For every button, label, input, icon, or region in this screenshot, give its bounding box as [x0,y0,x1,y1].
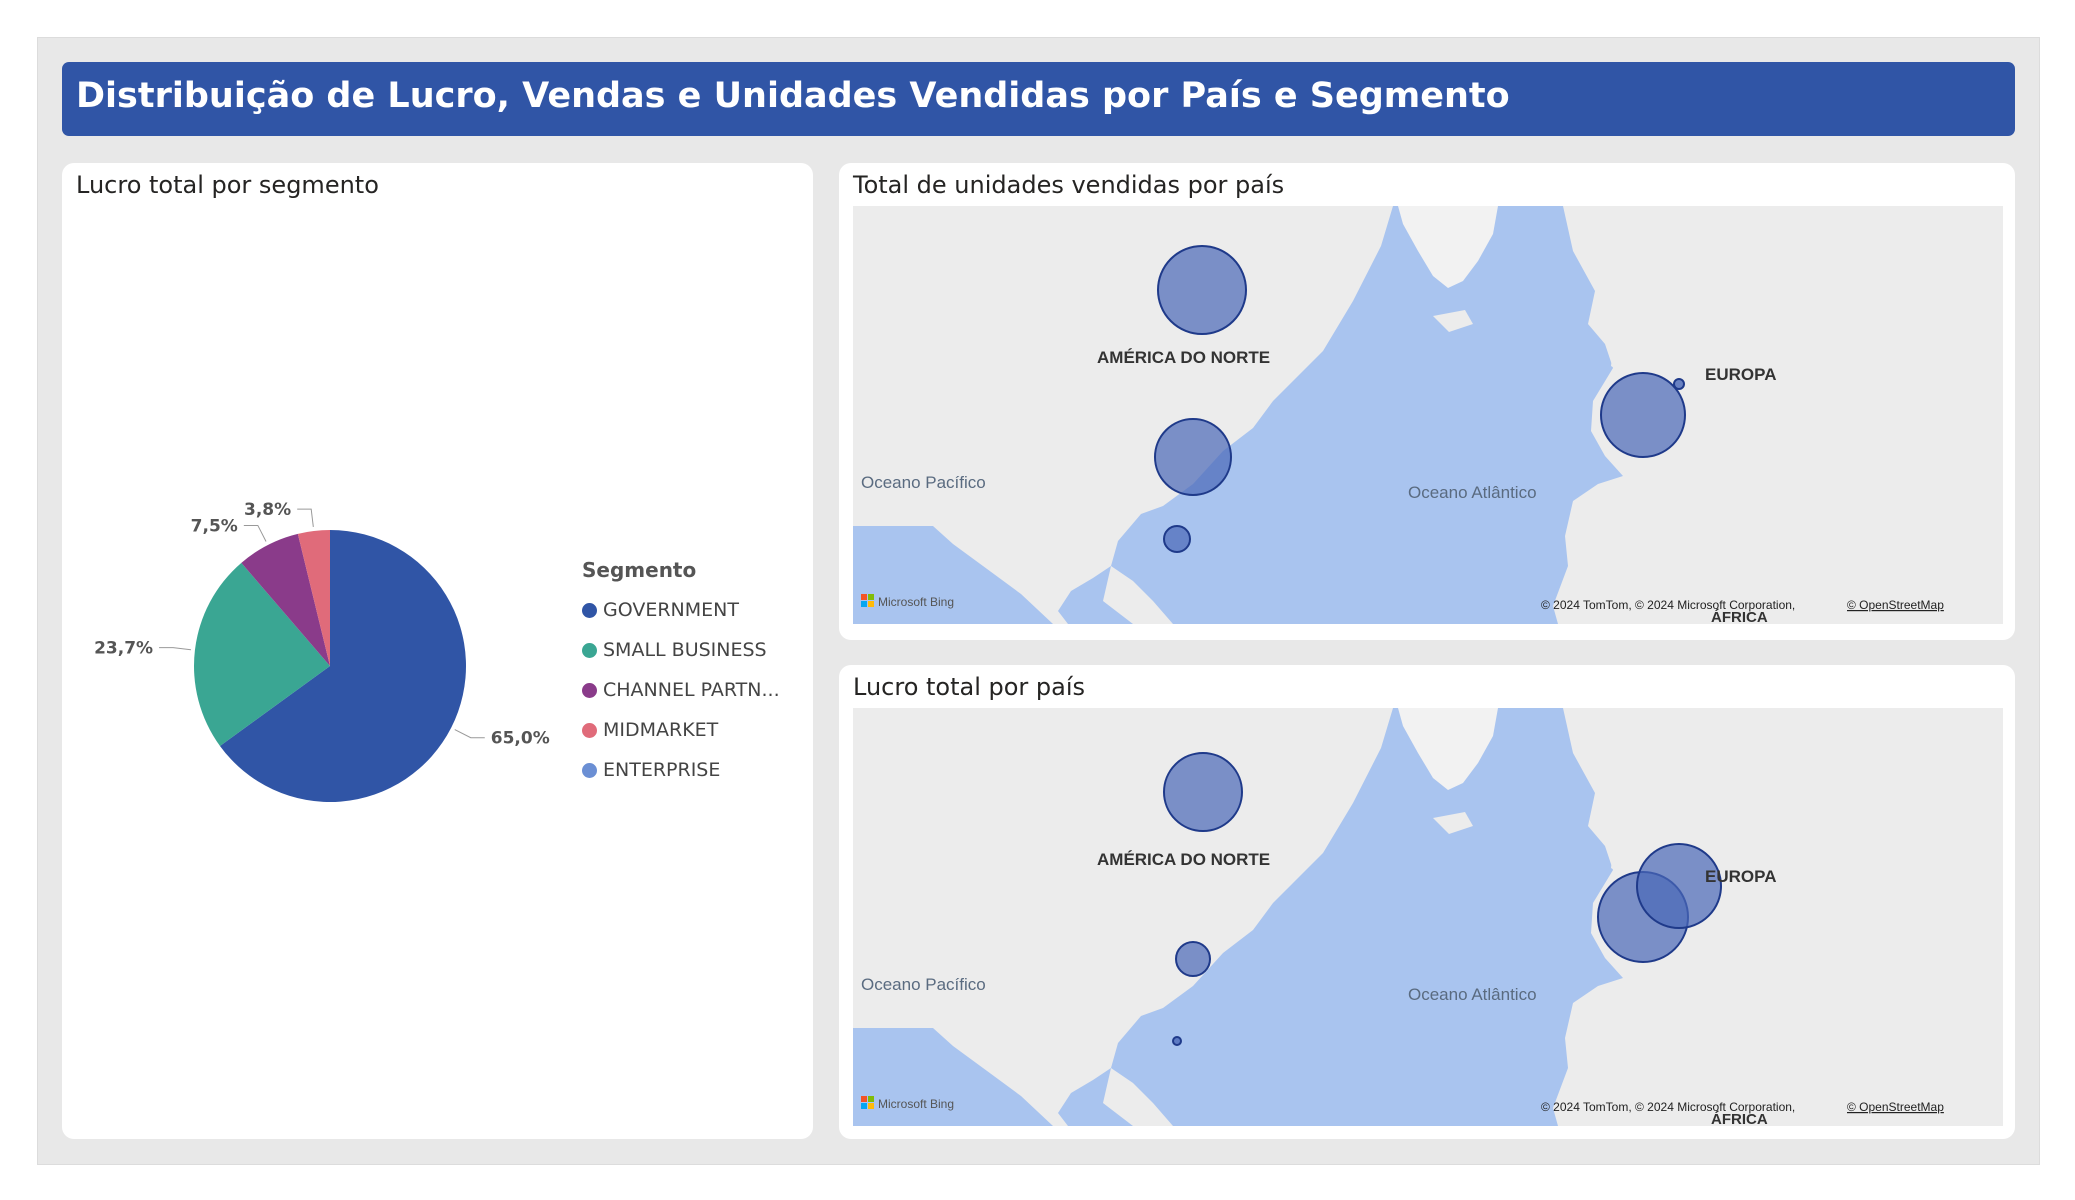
legend-label: SMALL BUSINESS [603,639,767,661]
legend-dot [582,722,597,738]
units-label-pacific: Oceano Pacífico [861,473,986,492]
legend-dot [582,762,597,778]
units-bubble-mexico[interactable] [1163,525,1191,553]
units-osm-link[interactable]: © OpenStreetMap [1847,598,1944,612]
legend-item-channel-partn[interactable]: CHANNEL PARTN... [582,670,780,710]
profit-bubble-canada[interactable] [1163,752,1243,832]
units-bubble-germany[interactable] [1673,378,1685,390]
legend-item-government[interactable]: GOVERNMENT [582,590,780,630]
units-map[interactable]: AMÉRICA DO NORTE EUROPA Oceano Pacífico … [853,206,2003,624]
report-title: Distribuição de Lucro, Vendas e Unidades… [76,76,1510,116]
units-bubble-canada[interactable] [1157,245,1247,335]
profit-bubble-usa[interactable] [1175,941,1211,977]
profit-bubble-mexico[interactable] [1172,1036,1182,1046]
units-map-card[interactable]: Total de unidades vendidas por país AMÉR… [839,163,2015,640]
legend-label: CHANNEL PARTN... [603,679,780,701]
pie-chart-card[interactable]: Lucro total por segmento 65,0% 23,7% 7,5% 3… [62,163,813,1139]
legend-label: MIDMARKET [603,719,719,741]
pie-data-label: 23,7% [94,639,153,659]
report-header: Distribuição de Lucro, Vendas e Unidades… [62,62,2015,136]
legend-item-midmarket[interactable]: MIDMARKET [582,710,780,750]
pie-leader-line [159,647,192,651]
legend-dot [582,642,597,658]
legend-label: GOVERNMENT [603,599,739,621]
legend-item-enterprise[interactable]: ENTERPRISE [582,750,780,790]
profit-bing-logo: Microsoft Bing [878,1097,954,1111]
units-label-atlantic: Oceano Atlântico [1408,483,1537,502]
units-copyright: © 2024 TomTom, © 2024 Microsoft Corporat… [1541,598,1795,612]
pie-leader-line [454,729,485,739]
legend-label: ENTERPRISE [603,759,721,781]
legend-item-small-business[interactable]: SMALL BUSINESS [582,630,780,670]
legend-title: Segmento [582,558,697,582]
profit-copyright: © 2024 TomTom, © 2024 Microsoft Corporat… [1541,1100,1795,1114]
legend-dot [582,682,597,698]
units-bubble-usa[interactable] [1154,418,1232,496]
profit-map-title: Lucro total por país [853,673,1086,701]
pie-legend: Segmento GOVERNMENT SMALL BUSINESS CHANNEL… [582,558,780,790]
units-map-title: Total de unidades vendidas por país [853,171,1285,199]
profit-label-pacific: Oceano Pacífico [861,975,986,994]
pie-data-label: 7,5% [191,516,238,536]
pie-leader-line [243,524,267,542]
profit-bubble-germany[interactable] [1636,843,1722,929]
units-label-north-america: AMÉRICA DO NORTE [1097,348,1270,367]
legend-dot [582,602,597,618]
units-bubble-france[interactable] [1600,372,1686,458]
profit-label-north-america: AMÉRICA DO NORTE [1097,850,1270,869]
profit-label-atlantic: Oceano Atlântico [1408,985,1537,1004]
pie-leader-line [297,508,314,528]
units-bing-logo: Microsoft Bing [878,595,954,609]
pie-data-label: 65,0% [491,729,550,749]
profit-label-europe: EUROPA [1705,867,1776,886]
profit-osm-link[interactable]: © OpenStreetMap [1847,1100,1944,1114]
pie-data-label: 3,8% [244,500,291,520]
units-label-europe: EUROPA [1705,365,1776,384]
profit-map[interactable]: AMÉRICA DO NORTE EUROPA Oceano Pacífico … [853,708,2003,1126]
profit-map-card[interactable]: Lucro total por país AMÉRICA DO NORTE EU… [839,665,2015,1139]
